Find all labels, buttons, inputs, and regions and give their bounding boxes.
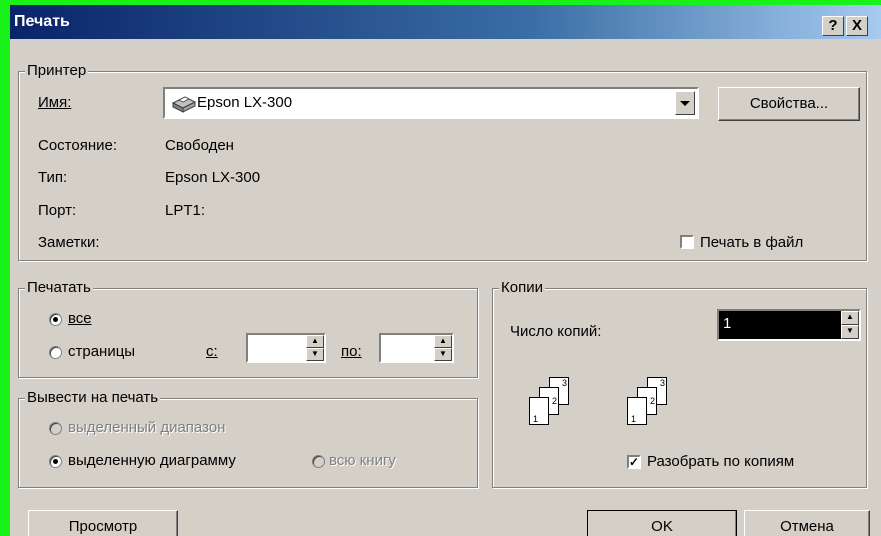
- ok-button[interactable]: OK: [587, 510, 737, 536]
- radio-workbook[interactable]: [312, 455, 325, 468]
- radio-selection[interactable]: [49, 422, 62, 435]
- copies-title: Копии: [499, 279, 545, 296]
- to-page-spinner[interactable]: ▲ ▼: [434, 335, 452, 361]
- radio-selection-label[interactable]: выделенный диапазон: [68, 419, 225, 436]
- from-label: с:: [206, 343, 218, 360]
- page-number-3: 3: [659, 378, 665, 388]
- from-page-input[interactable]: ▲ ▼: [246, 333, 326, 363]
- printer-group-title: Принтер: [25, 62, 89, 79]
- spin-down-icon[interactable]: ▼: [306, 348, 324, 361]
- printer-name-select[interactable]: Epson LX-300: [163, 87, 699, 119]
- print-to-file-label[interactable]: Печать в файл: [700, 234, 803, 251]
- notes-label: Заметки:: [38, 234, 100, 251]
- page-number-3: 3: [561, 378, 567, 388]
- radio-chart-label[interactable]: выделенную диаграмму: [68, 452, 236, 469]
- spin-down-icon[interactable]: ▼: [841, 325, 859, 339]
- radio-workbook-label[interactable]: всю книгу: [329, 452, 396, 469]
- spin-up-icon[interactable]: ▲: [434, 335, 452, 348]
- collate-label[interactable]: Разобрать по копиям: [647, 453, 794, 470]
- print-what-title: Вывести на печать: [25, 389, 161, 406]
- copies-count-value: 1: [723, 315, 732, 332]
- collated-pages-icon: 3 2 1: [623, 377, 683, 432]
- uncollated-pages-icon: 3 2 1: [525, 377, 585, 432]
- radio-pages-label[interactable]: страницы: [68, 343, 135, 360]
- cancel-button[interactable]: Отмена: [744, 510, 870, 536]
- type-label: Тип:: [38, 169, 68, 186]
- checkmark-icon: ✓: [629, 455, 640, 469]
- chevron-down-icon: [680, 101, 690, 106]
- print-what-group: Вывести на печать: [18, 389, 478, 488]
- help-button[interactable]: ?: [822, 16, 844, 36]
- preview-button[interactable]: Просмотр: [28, 510, 178, 536]
- printer-name-label: Имя:: [38, 94, 72, 111]
- to-label: по:: [341, 343, 362, 360]
- page-number-1: 1: [533, 414, 539, 424]
- dialog-title: Печать: [14, 13, 70, 30]
- printer-name-value: Epson LX-300: [197, 94, 293, 111]
- from-page-spinner[interactable]: ▲ ▼: [306, 335, 324, 361]
- status-label: Состояние:: [38, 137, 118, 154]
- copies-count-label: Число копий:: [510, 323, 602, 340]
- print-to-file-checkbox[interactable]: [680, 235, 694, 249]
- radio-all[interactable]: [49, 313, 62, 326]
- properties-button[interactable]: Свойства...: [718, 87, 860, 121]
- close-button[interactable]: X: [846, 16, 868, 36]
- print-range-title: Печатать: [25, 279, 93, 296]
- printer-icon: [171, 96, 197, 113]
- radio-pages[interactable]: [49, 346, 62, 359]
- help-icon: ?: [828, 17, 838, 34]
- spin-up-icon[interactable]: ▲: [841, 311, 859, 325]
- spin-down-icon[interactable]: ▼: [434, 348, 452, 361]
- close-icon: X: [851, 17, 862, 34]
- radio-all-label[interactable]: все: [68, 310, 92, 327]
- copies-count-input[interactable]: 1 ▲ ▼: [717, 309, 861, 341]
- radio-chart[interactable]: [49, 455, 62, 468]
- printer-dropdown-button[interactable]: [675, 91, 695, 115]
- to-page-input[interactable]: ▲ ▼: [379, 333, 454, 363]
- port-value: LPT1:: [165, 202, 206, 219]
- page-number-2: 2: [551, 396, 557, 406]
- page-number-2: 2: [649, 396, 655, 406]
- print-dialog: Печать ? X Принтер Имя: Epson LX-300 Сво…: [10, 5, 881, 536]
- port-label: Порт:: [38, 202, 77, 219]
- collate-checkbox[interactable]: ✓: [627, 455, 641, 469]
- spin-up-icon[interactable]: ▲: [306, 335, 324, 348]
- copies-spinner[interactable]: ▲ ▼: [841, 311, 859, 339]
- status-value: Свободен: [165, 137, 234, 154]
- page-number-1: 1: [631, 414, 637, 424]
- title-bar[interactable]: Печать ? X: [10, 5, 881, 39]
- type-value: Epson LX-300: [165, 169, 261, 186]
